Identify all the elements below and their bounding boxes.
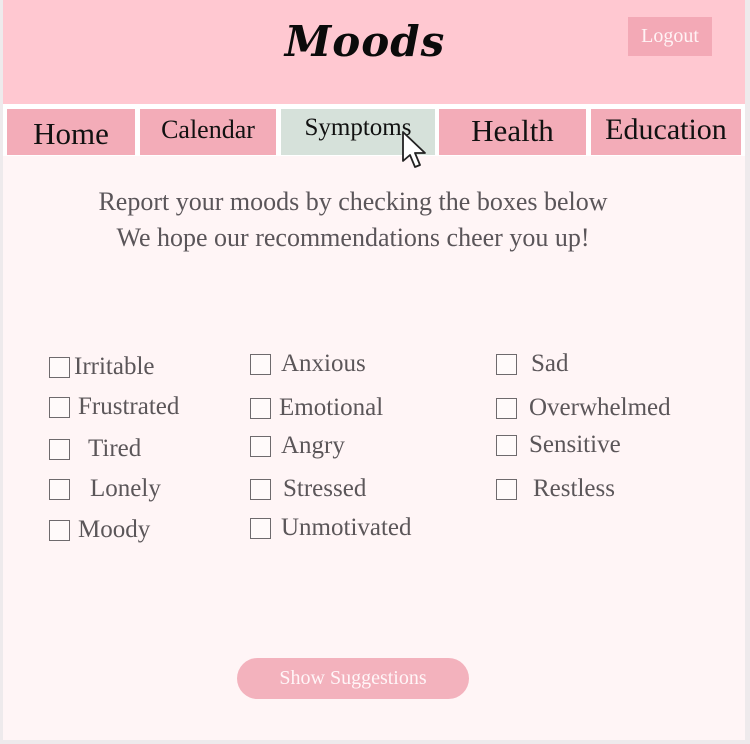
mood-option-tired[interactable]: Tired	[49, 434, 141, 464]
mood-label: Frustrated	[78, 393, 180, 420]
app-frame: Moods Logout Home Calendar Symptoms Heal…	[3, 0, 745, 740]
checkbox[interactable]	[496, 478, 517, 500]
mood-option-stressed[interactable]: Stressed	[250, 474, 366, 504]
mood-label: Restless	[533, 475, 615, 502]
checkbox[interactable]	[250, 478, 271, 500]
checkbox[interactable]	[250, 517, 271, 539]
checkbox[interactable]	[49, 396, 70, 418]
mood-label: Emotional	[279, 394, 384, 421]
logout-button[interactable]: Logout	[628, 17, 712, 56]
mood-label: Sad	[531, 350, 569, 377]
mood-label: Unmotivated	[281, 514, 412, 541]
mood-label: Anxious	[281, 350, 366, 377]
mouse-pointer-icon	[402, 131, 426, 168]
tab-education[interactable]: Education	[591, 109, 741, 155]
header-bar: Moods Logout	[3, 0, 745, 104]
checkbox[interactable]	[250, 397, 271, 419]
mood-option-unmotivated[interactable]: Unmotivated	[250, 513, 412, 543]
mood-option-irritable[interactable]: Irritable	[49, 352, 155, 382]
checkbox[interactable]	[49, 478, 70, 500]
mood-label: Tired	[88, 435, 142, 462]
mood-label: Angry	[281, 432, 345, 459]
checkbox[interactable]	[49, 519, 70, 541]
mood-option-emotional[interactable]: Emotional	[250, 393, 383, 423]
intro-line-1: Report your moods by checking the boxes …	[98, 187, 608, 216]
mood-option-sad[interactable]: Sad	[496, 349, 569, 379]
mood-label: Moody	[78, 516, 151, 543]
checkbox[interactable]	[496, 397, 517, 419]
intro-line-2: We hope our recommendations cheer you up…	[116, 223, 590, 252]
mood-label: Stressed	[283, 475, 367, 502]
tab-home[interactable]: Home	[7, 109, 135, 155]
checkbox[interactable]	[49, 356, 70, 378]
checkbox[interactable]	[250, 435, 271, 457]
mood-label: Lonely	[90, 475, 161, 502]
mood-label: Sensitive	[529, 431, 621, 458]
mood-option-sensitive[interactable]: Sensitive	[496, 430, 621, 460]
mood-label: Overwhelmed	[529, 394, 671, 421]
mood-option-restless[interactable]: Restless	[496, 474, 615, 504]
mood-option-frustrated[interactable]: Frustrated	[49, 392, 179, 422]
nav-bar: Home Calendar Symptoms Health Education	[3, 104, 745, 156]
app-title: Moods	[284, 17, 446, 66]
mood-option-overwhelmed[interactable]: Overwhelmed	[496, 393, 671, 423]
mood-option-lonely[interactable]: Lonely	[49, 474, 161, 504]
checkbox[interactable]	[250, 353, 271, 375]
checkbox[interactable]	[49, 438, 70, 460]
show-suggestions-button[interactable]: Show Suggestions	[237, 658, 469, 699]
mood-option-angry[interactable]: Angry	[250, 431, 345, 461]
checkbox[interactable]	[496, 353, 517, 375]
mood-option-anxious[interactable]: Anxious	[250, 349, 366, 379]
tab-health[interactable]: Health	[439, 109, 586, 155]
tab-calendar[interactable]: Calendar	[140, 109, 276, 155]
checkbox[interactable]	[496, 434, 517, 456]
mood-label: Irritable	[74, 353, 155, 380]
mood-option-moody[interactable]: Moody	[49, 515, 150, 545]
intro-text: Report your moods by checking the boxes …	[23, 184, 683, 256]
